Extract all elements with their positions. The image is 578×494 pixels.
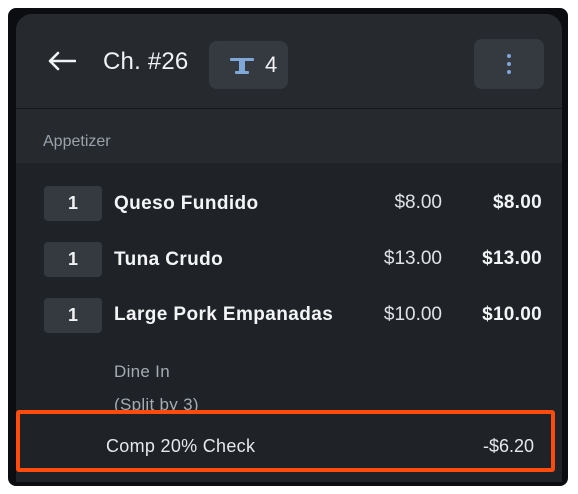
table-count: 4 <box>265 52 278 77</box>
item-unit-price: $8.00 <box>394 192 442 213</box>
comp-amount: -$6.20 <box>482 436 534 456</box>
item-total: $10.00 <box>482 304 542 325</box>
more-vertical-icon <box>507 54 511 74</box>
item-name: Queso Fundido <box>114 193 259 214</box>
check-title: Ch. #26 <box>103 48 189 75</box>
table-icon <box>230 58 254 74</box>
arrow-left-icon <box>48 51 76 71</box>
item-name: Large Pork Empanadas <box>114 304 334 325</box>
item-total: $13.00 <box>482 248 542 269</box>
item-unit-price: $13.00 <box>383 248 442 269</box>
item-quantity[interactable]: 1 <box>44 298 102 333</box>
section-header: Appetizer <box>16 109 562 163</box>
section-label: Appetizer <box>43 133 111 150</box>
table-chip[interactable]: 4 <box>209 41 288 89</box>
device-frame: Ch. #26 4 Appetizer 1 Queso Fundido $8.0… <box>8 8 568 486</box>
item-name: Tuna Crudo <box>114 249 224 270</box>
comp-highlight-box <box>16 410 555 472</box>
header-bar: Ch. #26 4 <box>16 14 562 109</box>
item-modifier: Dine In <box>114 362 170 381</box>
item-total: $8.00 <box>492 192 542 213</box>
back-button[interactable] <box>44 43 80 79</box>
item-unit-price: $10.00 <box>383 304 442 325</box>
more-options-button[interactable] <box>474 39 544 89</box>
item-quantity[interactable]: 1 <box>44 186 102 221</box>
comp-label: Comp 20% Check <box>106 436 256 456</box>
item-quantity[interactable]: 1 <box>44 242 102 277</box>
